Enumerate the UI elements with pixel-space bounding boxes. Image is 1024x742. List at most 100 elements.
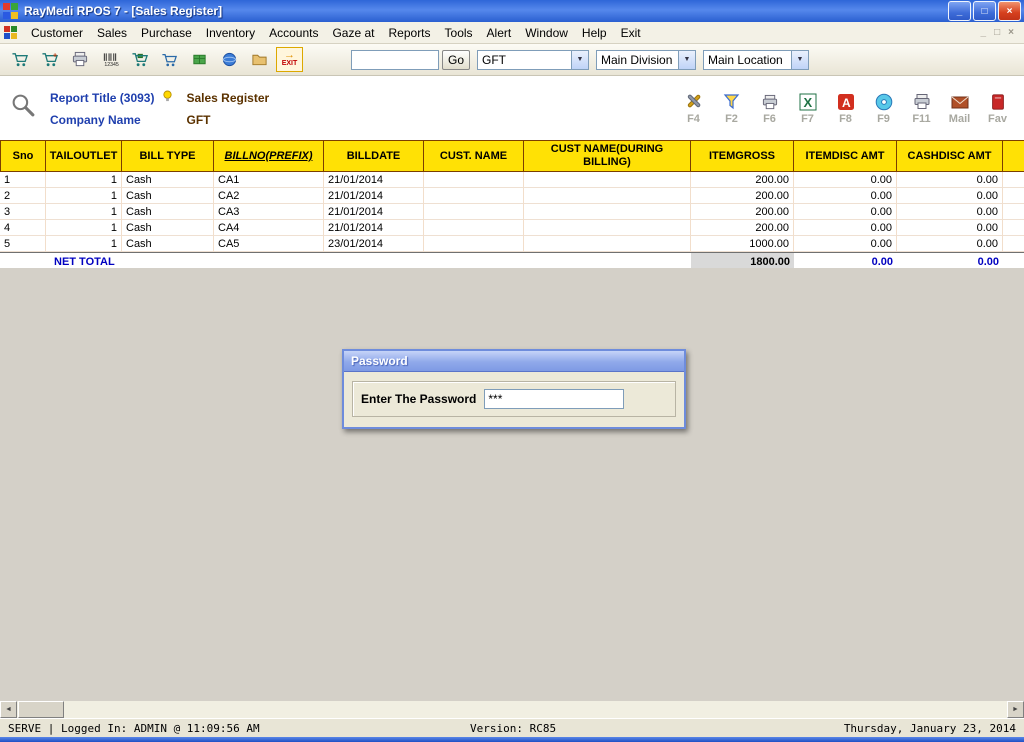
mdi-maximize-button[interactable]: □ — [994, 27, 1000, 38]
taskbar-strip — [0, 737, 1024, 742]
print-icon[interactable] — [66, 47, 93, 72]
cell: 1 — [46, 220, 122, 236]
cell: 200.00 — [691, 188, 794, 204]
action-label: F7 — [801, 113, 814, 125]
app-window: RayMedi RPOS 7 - [Sales Register] _ □ × … — [0, 0, 1024, 742]
cell: 21/01/2014 — [324, 188, 424, 204]
horizontal-scrollbar[interactable] — [0, 701, 1024, 718]
menubar: CustomerSalesPurchaseInventoryAccountsGa… — [0, 22, 1024, 44]
menu-item-inventory[interactable]: Inventory — [199, 24, 262, 42]
cart-small-icon[interactable] — [156, 47, 183, 72]
favorite-action-button[interactable]: Fav — [981, 91, 1014, 125]
cell: 2 — [0, 188, 46, 204]
search-input[interactable] — [351, 50, 439, 70]
column-header-4[interactable]: BILLNO(PREFIX) — [214, 141, 324, 171]
cell: 4 — [0, 220, 46, 236]
menu-item-customer[interactable]: Customer — [24, 24, 90, 42]
menu-item-purchase[interactable]: Purchase — [134, 24, 199, 42]
password-input[interactable] — [484, 389, 624, 409]
division-select[interactable]: Main Division — [596, 50, 696, 70]
cell: 0.00 — [897, 236, 1003, 252]
menu-item-sales[interactable]: Sales — [90, 24, 134, 42]
scroll-thumb[interactable] — [18, 701, 64, 718]
scroll-left-button[interactable] — [0, 701, 17, 718]
dialog-titlebar[interactable]: Password — [344, 351, 684, 372]
maximize-button[interactable]: □ — [973, 1, 996, 21]
print-action-button[interactable]: F6 — [753, 91, 786, 125]
cart-icon[interactable] — [6, 47, 33, 72]
company-select[interactable]: GFT — [477, 50, 589, 70]
cell — [524, 204, 691, 220]
row-filler — [1003, 236, 1024, 252]
scroll-right-button[interactable] — [1007, 701, 1024, 718]
cell: CA2 — [214, 188, 324, 204]
menu-item-tools[interactable]: Tools — [438, 24, 480, 42]
chevron-down-icon[interactable] — [571, 51, 588, 69]
column-header-2[interactable]: TAILOUTLET — [46, 141, 122, 171]
table-row[interactable]: 21CashCA221/01/2014200.000.000.00 — [0, 188, 1024, 204]
menu-item-exit[interactable]: Exit — [614, 24, 648, 42]
action-label: F6 — [763, 113, 776, 125]
menu-item-accounts[interactable]: Accounts — [262, 24, 325, 42]
location-select[interactable]: Main Location — [703, 50, 809, 70]
cell: CA1 — [214, 172, 324, 188]
menu-item-gaze-at[interactable]: Gaze at — [325, 24, 381, 42]
reports-icon[interactable] — [246, 47, 273, 72]
cell — [424, 236, 524, 252]
inventory-icon[interactable] — [186, 47, 213, 72]
tools-icon — [682, 91, 706, 113]
action-label: Mail — [949, 113, 970, 125]
cell: 5 — [0, 236, 46, 252]
table-row[interactable]: 41CashCA421/01/2014200.000.000.00 — [0, 220, 1024, 236]
table-row[interactable]: 51CashCA523/01/20141000.000.000.00 — [0, 236, 1024, 252]
cart-plus-icon[interactable]: + — [36, 47, 63, 72]
cell — [424, 220, 524, 236]
row-filler — [1003, 220, 1024, 236]
chevron-down-icon[interactable] — [678, 51, 695, 69]
menu-item-reports[interactable]: Reports — [382, 24, 438, 42]
preview-action-button[interactable]: F11 — [905, 91, 938, 125]
export-action-button[interactable]: F9 — [867, 91, 900, 125]
column-header-5[interactable]: BILLDATE — [324, 141, 424, 171]
mdi-close-button[interactable]: × — [1008, 27, 1014, 38]
mail-icon — [948, 91, 972, 113]
bulb-icon — [162, 90, 178, 106]
cell: 0.00 — [794, 204, 897, 220]
search-icon[interactable] — [10, 92, 50, 124]
mail-action-button[interactable]: Mail — [943, 91, 976, 125]
cell: Cash — [122, 204, 214, 220]
exit-icon[interactable]: →EXIT — [276, 47, 303, 72]
close-button[interactable]: × — [998, 1, 1021, 21]
cell: 21/01/2014 — [324, 172, 424, 188]
barcode-icon[interactable]: 12345 — [96, 47, 123, 72]
excel-icon: X — [796, 91, 820, 113]
menu-item-help[interactable]: Help — [575, 24, 614, 42]
statusbar: SERVE | Logged In: ADMIN @ 11:09:56 AM V… — [0, 718, 1024, 737]
column-header-10[interactable]: CASHDISC AMT — [897, 141, 1003, 171]
chevron-down-icon[interactable] — [791, 51, 808, 69]
cart-box-icon[interactable] — [126, 47, 153, 72]
column-header-9[interactable]: ITEMDISC AMT — [794, 141, 897, 171]
report-actions: F4F2F6XF7AF8F9F11MailFav — [677, 91, 1014, 125]
go-button[interactable]: Go — [442, 50, 470, 70]
titlebar[interactable]: RayMedi RPOS 7 - [Sales Register] _ □ × — [0, 0, 1024, 22]
accounts-icon[interactable] — [216, 47, 243, 72]
pdf-action-button[interactable]: AF8 — [829, 91, 862, 125]
excel-action-button[interactable]: XF7 — [791, 91, 824, 125]
column-header-3[interactable]: BILL TYPE — [122, 141, 214, 171]
column-header-7[interactable]: CUST NAME(DURING BILLING) — [524, 141, 691, 171]
table-row[interactable]: 31CashCA321/01/2014200.000.000.00 — [0, 204, 1024, 220]
table-row[interactable]: 11CashCA121/01/2014200.000.000.00 — [0, 172, 1024, 188]
filter-action-button[interactable]: F2 — [715, 91, 748, 125]
cell: 1 — [0, 172, 46, 188]
menu-item-alert[interactable]: Alert — [480, 24, 519, 42]
column-header-6[interactable]: CUST. NAME — [424, 141, 524, 171]
mdi-minimize-button[interactable]: _ — [981, 27, 987, 38]
column-header-8[interactable]: ITEMGROSS — [691, 141, 794, 171]
minimize-button[interactable]: _ — [948, 1, 971, 21]
menu-item-window[interactable]: Window — [518, 24, 575, 42]
column-header-1[interactable]: Sno — [0, 141, 46, 171]
status-date: Thursday, January 23, 2014 — [844, 722, 1016, 735]
tools-action-button[interactable]: F4 — [677, 91, 710, 125]
cell: 1000.00 — [691, 236, 794, 252]
